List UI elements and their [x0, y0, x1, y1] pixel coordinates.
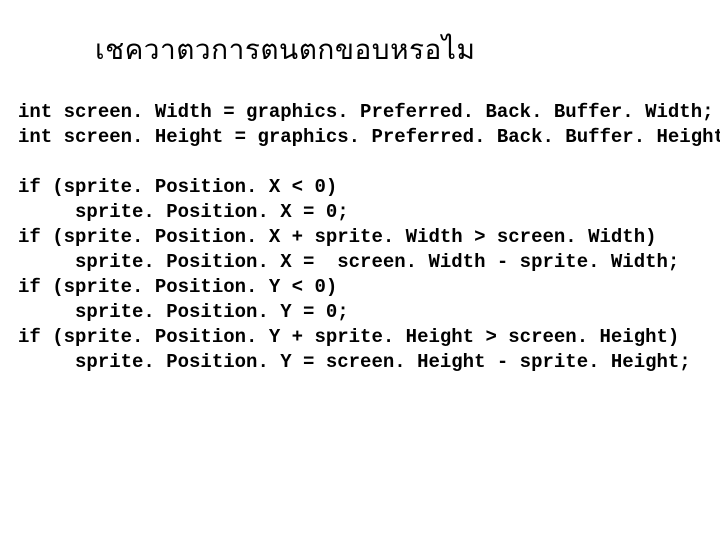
code-line-4: sprite. Position. X = 0;: [18, 201, 349, 223]
code-line-2: int screen. Height = graphics. Preferred…: [18, 126, 720, 148]
code-line-1: int screen. Width = graphics. Preferred.…: [18, 101, 714, 123]
code-line-7: if (sprite. Position. Y < 0): [18, 276, 337, 298]
code-block: int screen. Width = graphics. Preferred.…: [18, 100, 720, 375]
slide: เชควาตวการตนตกขอบหรอไม int screen. Width…: [0, 0, 720, 540]
code-line-9: if (sprite. Position. Y + sprite. Height…: [18, 326, 679, 348]
code-line-10: sprite. Position. Y = screen. Height - s…: [18, 351, 691, 373]
code-line-6: sprite. Position. X = screen. Width - sp…: [18, 251, 679, 273]
code-line-3: if (sprite. Position. X < 0): [18, 176, 337, 198]
code-line-8: sprite. Position. Y = 0;: [18, 301, 349, 323]
slide-title: เชควาตวการตนตกขอบหรอไม: [95, 28, 475, 72]
code-line-5: if (sprite. Position. X + sprite. Width …: [18, 226, 657, 248]
